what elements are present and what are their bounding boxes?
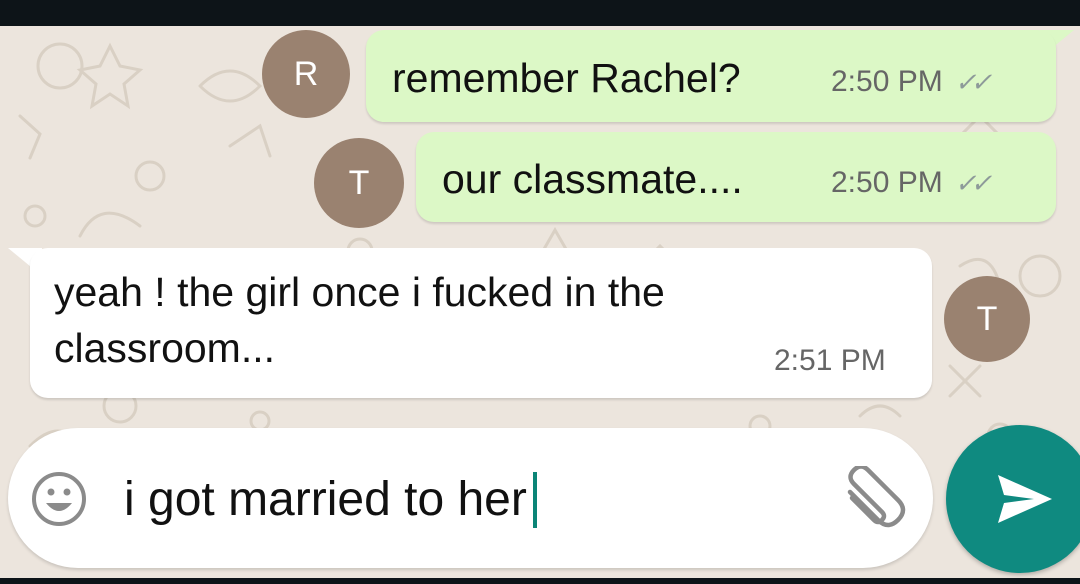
message-meta: 2:50 PM ✓✓: [831, 65, 992, 99]
message-input[interactable]: i got married to her: [124, 472, 537, 528]
message-meta: 2:51 PM: [774, 344, 886, 378]
send-icon: [998, 475, 1052, 523]
avatar-initial: T: [348, 163, 370, 202]
message-text-line: yeah ! the girl once i fucked in the: [54, 269, 665, 315]
avatar-initial: T: [976, 299, 998, 338]
message-input-text: i got married to her: [124, 473, 527, 526]
avatar[interactable]: T: [944, 276, 1030, 362]
message-text: our classmate....: [442, 156, 743, 202]
message-bubble-incoming[interactable]: yeah ! the girl once i fucked in the cla…: [30, 248, 932, 398]
avatar[interactable]: T: [314, 138, 404, 228]
message-bubble-outgoing[interactable]: our classmate.... 2:50 PM ✓✓: [416, 132, 1056, 222]
message-time: 2:50 PM: [831, 65, 943, 98]
message-text-line: classroom...: [54, 325, 275, 371]
status-bar: [0, 0, 1080, 26]
message-time: 2:51 PM: [774, 344, 886, 377]
message-composer: i got married to her: [8, 428, 933, 568]
text-caret: [532, 472, 537, 528]
paperclip-icon[interactable]: [834, 464, 908, 536]
message-meta: 2:50 PM ✓✓: [831, 166, 992, 200]
avatar[interactable]: R: [262, 30, 350, 118]
avatar-initial: R: [293, 54, 319, 93]
double-check-icon: ✓✓: [954, 167, 992, 198]
emoji-icon[interactable]: [24, 464, 94, 534]
double-check-icon: ✓✓: [954, 66, 992, 97]
message-bubble-outgoing[interactable]: remember Rachel? 2:50 PM ✓✓: [366, 30, 1056, 122]
bottom-bar: [0, 578, 1080, 584]
message-time: 2:50 PM: [831, 166, 943, 199]
message-text: remember Rachel?: [392, 55, 741, 101]
